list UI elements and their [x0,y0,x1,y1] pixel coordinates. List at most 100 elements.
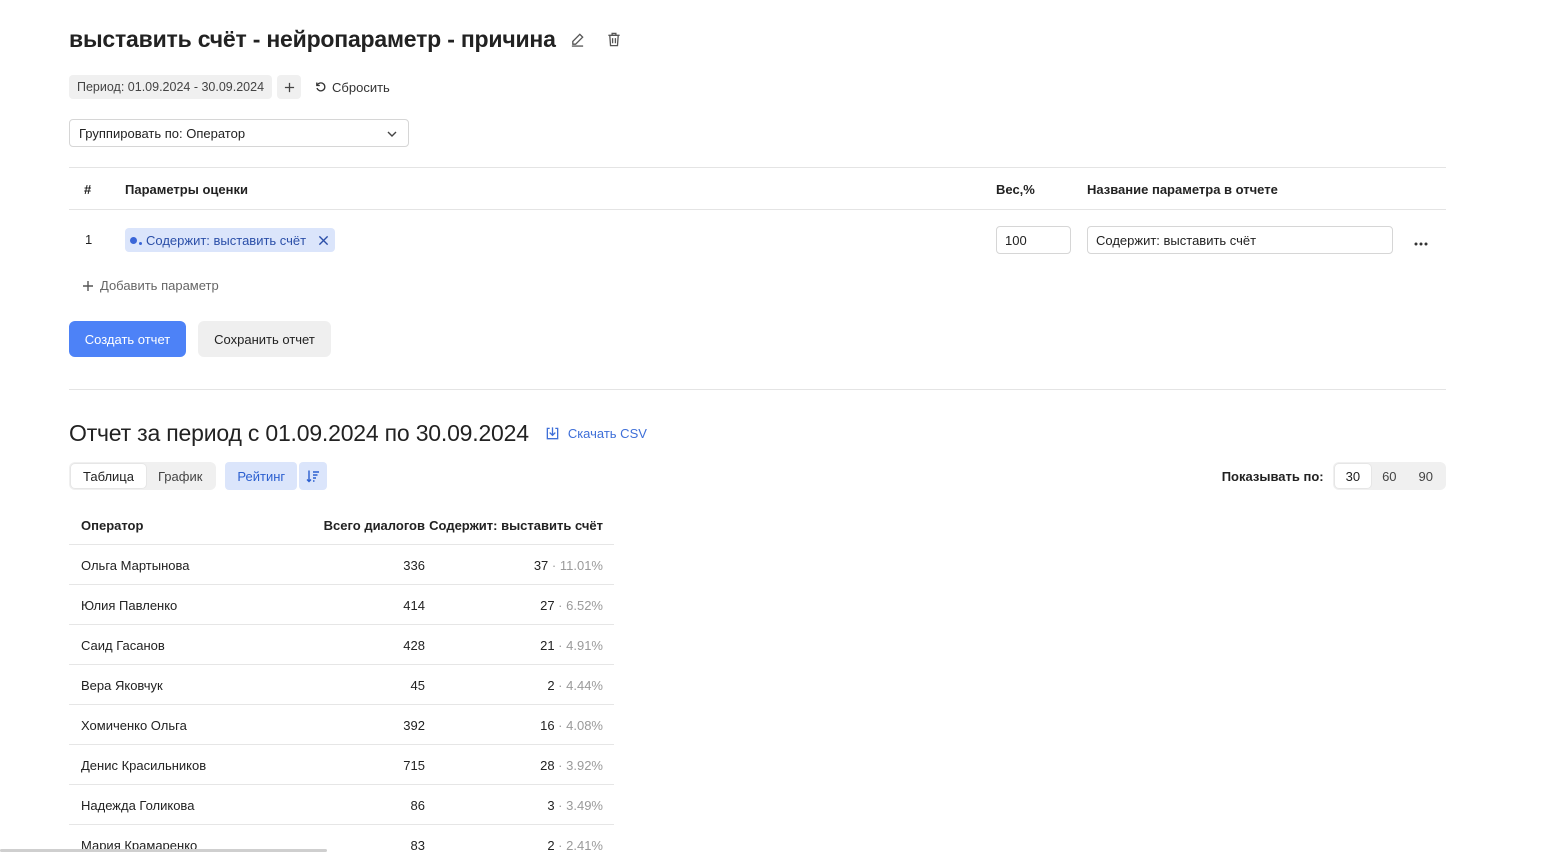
trash-icon[interactable] [603,29,625,51]
report-title: Отчет за период с 01.09.2024 по 30.09.20… [69,420,529,446]
more-icon[interactable] [1414,234,1428,249]
header-param-name: Название параметра в отчете [1087,182,1278,197]
create-report-button[interactable]: Создать отчет [69,321,186,357]
view-tab-chart[interactable]: График [146,464,214,488]
header-params: Параметры оценки [125,182,248,197]
save-report-button[interactable]: Сохранить отчет [198,321,331,357]
report-title-row: Отчет за период с 01.09.2024 по 30.09.20… [69,420,647,447]
weight-input[interactable]: 100 [996,226,1071,254]
total-dialogs: 86 [410,798,425,813]
group-by-value: Группировать по: Оператор [79,125,246,141]
header-num: # [84,182,92,197]
add-param-button[interactable]: Добавить параметр [82,278,219,293]
total-dialogs: 45 [410,678,425,693]
total-dialogs: 392 [403,718,425,733]
param-row-num: 1 [85,232,93,247]
contains-count: 27 [540,598,555,613]
param-name-input[interactable]: Содержит: выставить счёт [1087,226,1393,254]
rating-button[interactable]: Рейтинг [225,462,298,490]
view-tab-table[interactable]: Таблица [71,464,146,488]
filter-row: Период: 01.09.2024 - 30.09.2024 Сбросить [69,75,390,99]
csv-label: Скачать CSV [567,426,647,441]
page-size-60[interactable]: 60 [1371,464,1407,488]
pencil-icon[interactable] [567,29,589,51]
total-dialogs: 715 [403,758,425,773]
table-row: Денис Красильников 715 28 · 3.92% [69,745,614,785]
contains-count: 37 [533,558,549,573]
contains-percent: 4.44% [566,678,603,693]
contains-count: 3 [547,798,555,813]
reset-icon [316,82,326,92]
plus-icon [83,280,93,291]
close-icon[interactable] [318,235,329,246]
contains-percent: 2.41% [566,838,603,852]
page-size-90[interactable]: 90 [1408,464,1444,488]
param-tag-label: Содержит: выставить счёт [146,232,307,248]
param-tag[interactable]: Содержит: выставить счёт [125,228,336,252]
table-row: Надежда Голикова 86 3 · 3.49% [69,785,614,825]
reset-button[interactable]: Сбросить [315,80,390,95]
contains-count: 21 [540,638,555,653]
download-icon [546,427,559,440]
operator-name: Хомиченко Ольга [81,718,187,733]
contains-value: 27 · 6.52% [540,598,603,613]
header-contains[interactable]: Содержит: выставить счёт [429,518,603,533]
page-title: выставить счёт - нейропараметр - причина [69,26,556,52]
header-total[interactable]: Всего диалогов [324,518,425,533]
page-size-30[interactable]: 30 [1334,464,1372,488]
contains-sep: · [554,598,567,613]
view-switch: Таблица График [69,462,217,490]
contains-value: 3 · 3.49% [547,798,603,813]
operator-name: Денис Красильников [81,758,207,773]
contains-percent: 4.91% [566,638,603,653]
divider [69,389,1446,390]
contains-sep: · [554,638,567,653]
table-row: Хомиченко Ольга 392 16 · 4.08% [69,705,614,745]
page-size-label: Показывать по: [1221,468,1324,484]
view-controls: Таблица График Рейтинг [69,462,328,490]
add-param-label: Добавить параметр [100,278,219,293]
sort-icon[interactable] [299,462,328,490]
page-size-switch: 30 60 90 [1332,462,1446,490]
title-row: выставить счёт - нейропараметр - причина [69,26,625,53]
contains-sep: · [554,838,567,852]
group-by-select[interactable]: Группировать по: Оператор [69,119,409,147]
operator-name: Вера Яковчук [81,678,163,693]
report-table-header: Оператор Всего диалогов Содержит: выстав… [69,505,614,545]
param-row: 1 Содержит: выставить счёт 100 Содержит:… [69,210,1446,270]
contains-count: 16 [540,718,555,733]
report-table: Оператор Всего диалогов Содержит: выстав… [69,505,614,852]
params-table-header: # Параметры оценки Вес,% Название параме… [69,167,1446,210]
download-csv-link[interactable]: Скачать CSV [545,426,647,441]
add-filter-button[interactable] [277,75,302,99]
report-table-body: Ольга Мартынова 336 37 · 11.01% Юлия Павлен… [69,545,614,852]
contains-percent: 4.08% [566,718,603,733]
table-row: Мария Крамаренко 83 2 · 2.41% [69,825,614,852]
neuro-dot-icon [130,236,137,244]
contains-sep: · [554,678,567,693]
header-weight: Вес,% [996,182,1035,197]
contains-sep: · [554,758,567,773]
operator-name: Саид Гасанов [81,638,165,653]
table-row: Саид Гасанов 428 21 · 4.91% [69,625,614,665]
contains-percent: 6.52% [566,598,603,613]
contains-sep: · [548,558,560,573]
contains-percent: 11.01% [559,558,603,573]
header-operator[interactable]: Оператор [81,518,143,533]
total-dialogs: 414 [403,598,425,613]
contains-value: 37 · 11.01% [534,558,603,573]
contains-value: 21 · 4.91% [540,638,603,653]
total-dialogs: 428 [403,638,425,653]
reset-label: Сбросить [332,79,390,95]
period-chip[interactable]: Период: 01.09.2024 - 30.09.2024 [69,75,273,99]
table-row: Юлия Павленко 414 27 · 6.52% [69,585,614,625]
contains-percent: 3.92% [566,758,603,773]
page-size-selector: Показывать по: 30 60 90 [1222,462,1446,490]
total-dialogs: 83 [410,838,425,852]
total-dialogs: 336 [403,558,425,573]
contains-value: 28 · 3.92% [540,758,603,773]
chevron-down-icon [387,131,397,137]
contains-value: 16 · 4.08% [540,718,603,733]
contains-value: 2 · 2.41% [547,838,603,852]
contains-sep: · [554,798,567,813]
